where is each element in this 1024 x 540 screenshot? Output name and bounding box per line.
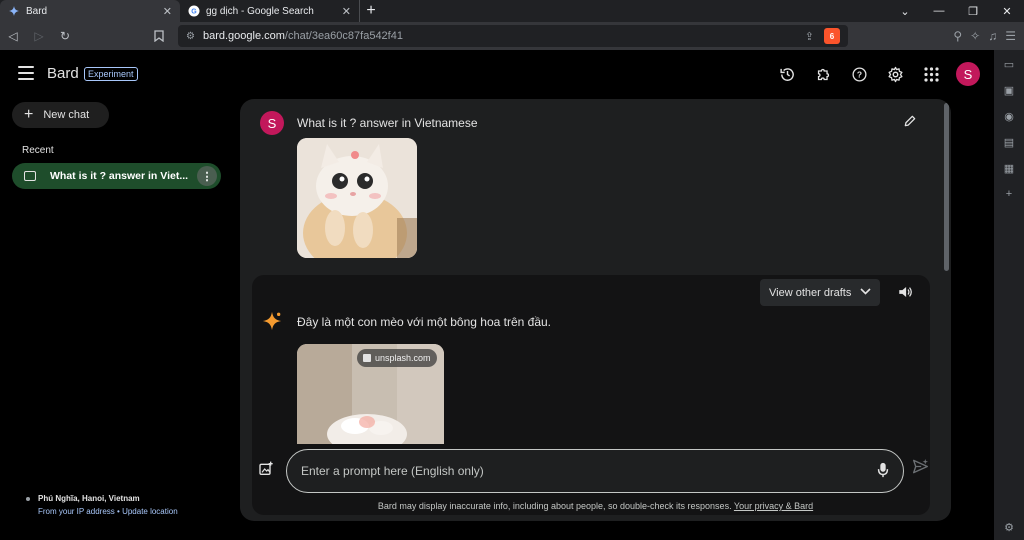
settings-gear-icon[interactable] [884, 63, 906, 85]
chat-bubble-icon [24, 171, 36, 181]
update-location-link[interactable]: Update location [122, 507, 178, 516]
prompt-placeholder: Enter a prompt here (English only) [301, 464, 484, 478]
experiment-badge: Experiment [84, 67, 138, 81]
menu-icon[interactable]: ☰ [1005, 29, 1016, 43]
new-tab-button[interactable]: + [360, 0, 382, 22]
recent-chat-label: What is it ? answer in Viet... [50, 170, 189, 182]
app-brand[interactable]: Bard [47, 65, 79, 82]
settings-icon[interactable]: ⚙ [1004, 521, 1014, 534]
svg-text:G: G [191, 9, 197, 16]
bard-sparkle-icon [262, 311, 282, 336]
edit-pencil-icon[interactable] [903, 114, 917, 131]
apps-grid-icon[interactable] [920, 63, 942, 85]
image-source-label: unsplash.com [375, 353, 431, 363]
privacy-link[interactable]: Your privacy & Bard [734, 501, 813, 511]
minimize-icon[interactable]: — [922, 5, 956, 17]
plus-icon: + [24, 106, 34, 123]
google-icon: G [188, 5, 200, 17]
puzzle-icon[interactable]: ✧ [970, 29, 980, 43]
browser-toolbar: ◁ ▷ ↻ ⚙ bard.google.com/chat/3ea60c87fa5… [0, 22, 1024, 50]
disclaimer-text: Bard may display inaccurate info, includ… [377, 501, 732, 511]
maximize-icon[interactable]: ❐ [956, 5, 990, 18]
address-bar[interactable]: ⚙ bard.google.com/chat/3ea60c87fa542f41 … [178, 25, 848, 47]
microphone-icon[interactable] [877, 462, 889, 481]
prompt-input[interactable]: Enter a prompt here (English only) [286, 449, 904, 493]
drafts-label: View other drafts [769, 286, 852, 299]
answer-text: Đây là một con mèo với một bông hoa trên… [297, 315, 552, 329]
separator: • [117, 507, 120, 516]
tab-bard[interactable]: Bard ✕ [0, 0, 180, 22]
add-image-icon[interactable] [258, 461, 274, 480]
user-question: What is it ? answer in Vietnamese [297, 116, 478, 130]
send-icon[interactable] [912, 459, 929, 478]
more-options-icon[interactable]: ⋮ [197, 166, 217, 186]
site-info-icon[interactable]: ⚙ [186, 31, 195, 42]
location-place: Phú Nghĩa, Hanoi, Vietnam [38, 494, 140, 503]
vpn-icon[interactable]: ◉ [1004, 110, 1014, 123]
prompt-row: Enter a prompt here (English only) [240, 445, 951, 501]
hamburger-menu-icon[interactable] [18, 66, 34, 80]
history-icon[interactable] [776, 63, 798, 85]
image-source-chip[interactable]: unsplash.com [357, 349, 437, 367]
recent-heading: Recent [22, 145, 54, 156]
extensions-puzzle-icon[interactable] [812, 63, 834, 85]
scrollbar[interactable] [944, 103, 949, 271]
bard-app: Bard Experiment ? S + New chat Recent Wh… [0, 50, 994, 540]
reading-list-icon[interactable]: ▦ [1004, 162, 1014, 175]
extensions-area: ⚲ ✧ ♫ ☰ [953, 22, 1024, 50]
extension-icon[interactable]: ⚲ [953, 29, 962, 43]
location-info: Phú Nghĩa, Hanoi, Vietnam From your IP a… [26, 494, 178, 516]
side-panel-icon[interactable]: ▭ [1004, 58, 1014, 71]
new-chat-button[interactable]: + New chat [12, 102, 109, 128]
recent-chat-item[interactable]: What is it ? answer in Viet... ⋮ [12, 163, 221, 189]
close-tab-icon[interactable]: ✕ [163, 5, 172, 18]
forward-icon[interactable]: ▷ [26, 23, 52, 49]
close-tab-icon[interactable]: ✕ [342, 5, 351, 18]
answer-image[interactable]: unsplash.com [297, 344, 444, 444]
bookmark-icon[interactable] [146, 23, 172, 49]
browser-tab-bar: Bard ✕ G gg dịch - Google Search ✕ + ⌄ —… [0, 0, 1024, 22]
location-dot-icon [26, 496, 30, 501]
from-ip-link[interactable]: From your IP address [38, 507, 115, 516]
share-icon[interactable]: ⇪ [805, 30, 814, 43]
brave-shields-icon[interactable]: 6 [824, 28, 840, 44]
chevron-down-icon [860, 287, 871, 298]
reload-icon[interactable]: ↻ [52, 23, 78, 49]
browser-side-panel: ▭ ▣ ◉ ▤ ▦ + ⚙ [994, 50, 1024, 540]
wallet-icon[interactable]: ▣ [1004, 84, 1014, 97]
help-icon[interactable]: ? [848, 63, 870, 85]
save-icon[interactable]: ▤ [1004, 136, 1014, 149]
camera-icon [363, 354, 371, 362]
account-avatar[interactable]: S [956, 62, 980, 86]
svg-text:?: ? [856, 69, 861, 79]
bard-sparkle-icon [8, 5, 20, 17]
chat-panel: S What is it ? answer in Vietnamese View… [240, 99, 951, 521]
tab-google-search[interactable]: G gg dịch - Google Search ✕ [180, 0, 360, 22]
url-domain: bard.google.com [202, 30, 285, 42]
new-chat-label: New chat [43, 109, 90, 121]
add-icon[interactable]: + [1006, 188, 1012, 200]
tab-search-icon[interactable]: ⌄ [888, 5, 922, 18]
app-header: Bard Experiment ? S [0, 50, 994, 98]
back-icon[interactable]: ◁ [0, 23, 26, 49]
close-window-icon[interactable]: ✕ [990, 5, 1024, 18]
speaker-icon[interactable] [898, 285, 913, 302]
music-icon[interactable]: ♫ [988, 29, 997, 43]
user-avatar: S [260, 111, 284, 135]
uploaded-cat-image[interactable] [297, 138, 417, 258]
tab-title: Bard [26, 5, 48, 17]
window-controls: ⌄ — ❐ ✕ [888, 0, 1024, 22]
tab-title: gg dịch - Google Search [206, 5, 314, 17]
url-path: /chat/3ea60c87fa542f41 [284, 30, 403, 42]
view-other-drafts-button[interactable]: View other drafts [760, 279, 880, 306]
disclaimer: Bard may display inaccurate info, includ… [240, 501, 951, 511]
